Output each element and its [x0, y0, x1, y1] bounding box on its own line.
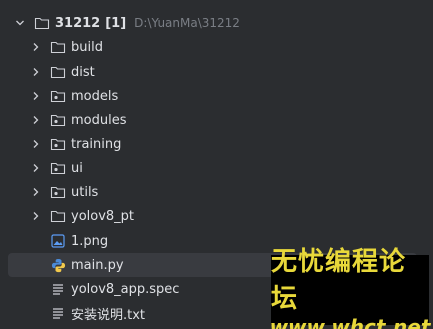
tree-item-label: yolov8_pt [71, 208, 135, 224]
python-file-icon [50, 257, 66, 273]
tree-item-label: 安装说明.txt [71, 307, 146, 323]
tree-item-label: yolov8_app.spec [71, 281, 180, 297]
image-file-icon [50, 233, 66, 249]
chevron-right-icon[interactable] [28, 136, 44, 152]
tree-item-models[interactable]: models [0, 84, 433, 108]
tree-root-row[interactable]: 31212 [1] D:\YuanMa\31212 [0, 11, 433, 35]
scrollbar[interactable] [429, 0, 433, 329]
tree-item-label: main.py [71, 257, 124, 273]
package-folder-icon [50, 88, 66, 104]
chevron-right-icon[interactable] [28, 39, 44, 55]
chevron-right-icon[interactable] [28, 112, 44, 128]
tree-item-utils[interactable]: utils [0, 180, 433, 204]
watermark-logo: 无忧编程论坛 www.whct.net [270, 247, 431, 329]
project-tree: 31212 [1] D:\YuanMa\31212 build dist mod… [0, 0, 433, 329]
tree-item-training[interactable]: training [0, 132, 433, 156]
tree-item-label: modules [71, 112, 127, 128]
tree-item-label: training [71, 136, 122, 152]
package-folder-icon [50, 112, 66, 128]
tree-item-yolov8-pt[interactable]: yolov8_pt [0, 204, 433, 228]
tree-item-label: models [71, 88, 119, 104]
watermark-title: 无忧编程论坛 [271, 247, 407, 314]
tree-item-build[interactable]: build [0, 35, 433, 59]
chevron-right-icon[interactable] [28, 160, 44, 176]
package-folder-icon [50, 184, 66, 200]
root-folder-name: 31212 [55, 15, 101, 31]
tree-item-label: build [71, 39, 103, 55]
chevron-right-icon[interactable] [28, 88, 44, 104]
tree-item-label: dist [71, 64, 95, 80]
package-folder-icon [50, 160, 66, 176]
text-file-icon [50, 305, 66, 321]
root-count-badge: [1] [105, 15, 127, 31]
folder-icon [50, 208, 66, 224]
chevron-down-icon[interactable] [12, 15, 28, 31]
chevron-right-icon[interactable] [28, 184, 44, 200]
text-file-icon [50, 281, 66, 297]
watermark-url: www.whct.net [269, 315, 431, 329]
chevron-right-icon[interactable] [28, 64, 44, 80]
tree-item-label: utils [71, 184, 99, 200]
tree-item-dist[interactable]: dist [0, 60, 433, 84]
tree-item-modules[interactable]: modules [0, 108, 433, 132]
chevron-right-icon[interactable] [28, 208, 44, 224]
tree-item-ui[interactable]: ui [0, 156, 433, 180]
root-path: D:\YuanMa\31212 [134, 16, 240, 30]
folder-icon [34, 15, 50, 31]
tree-item-label: ui [71, 160, 83, 176]
folder-icon [50, 39, 66, 55]
tree-item-label: 1.png [71, 233, 109, 249]
folder-icon [50, 64, 66, 80]
package-folder-icon [50, 136, 66, 152]
